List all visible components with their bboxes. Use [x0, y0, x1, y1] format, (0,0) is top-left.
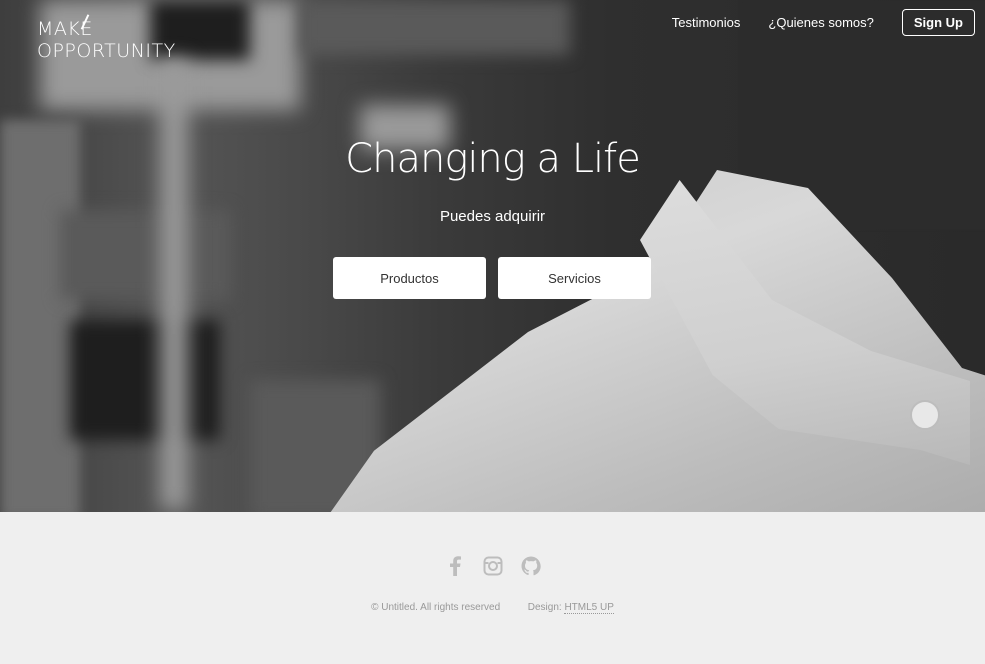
top-nav: Testimonios ¿Quienes somos? Sign Up: [672, 9, 975, 36]
instagram-icon[interactable]: [483, 554, 503, 578]
hero-section: MAKE OPPORTUNITY Testimonios ¿Quienes so…: [0, 0, 985, 512]
hero-subtitle: Puedes adquirir: [439, 208, 546, 225]
design-link[interactable]: HTML5 UP: [564, 602, 614, 614]
logo[interactable]: MAKE OPPORTUNITY: [37, 14, 176, 62]
copyright: © Untitled. All rights reserved Design: …: [0, 602, 985, 614]
productos-button[interactable]: Productos: [333, 257, 486, 299]
hero-title: Changing a Life: [345, 136, 641, 182]
github-icon[interactable]: [521, 554, 541, 578]
social-icons: [0, 554, 985, 578]
logo-line-2: OPPORTUNITY: [37, 40, 176, 62]
signup-button[interactable]: Sign Up: [901, 9, 975, 36]
background-pole: [160, 60, 188, 510]
shirt-button: [910, 400, 940, 430]
facebook-icon[interactable]: [445, 554, 465, 578]
background-roof: [300, 0, 570, 55]
copyright-text: © Untitled. All rights reserved: [371, 602, 501, 613]
nav-testimonios[interactable]: Testimonios: [672, 15, 741, 30]
logo-line-1: MAKE: [37, 18, 93, 40]
nav-quienes-somos[interactable]: ¿Quienes somos?: [768, 15, 874, 30]
servicios-button[interactable]: Servicios: [498, 257, 651, 299]
design-label: Design:: [527, 602, 562, 613]
background-shop: [70, 320, 220, 440]
